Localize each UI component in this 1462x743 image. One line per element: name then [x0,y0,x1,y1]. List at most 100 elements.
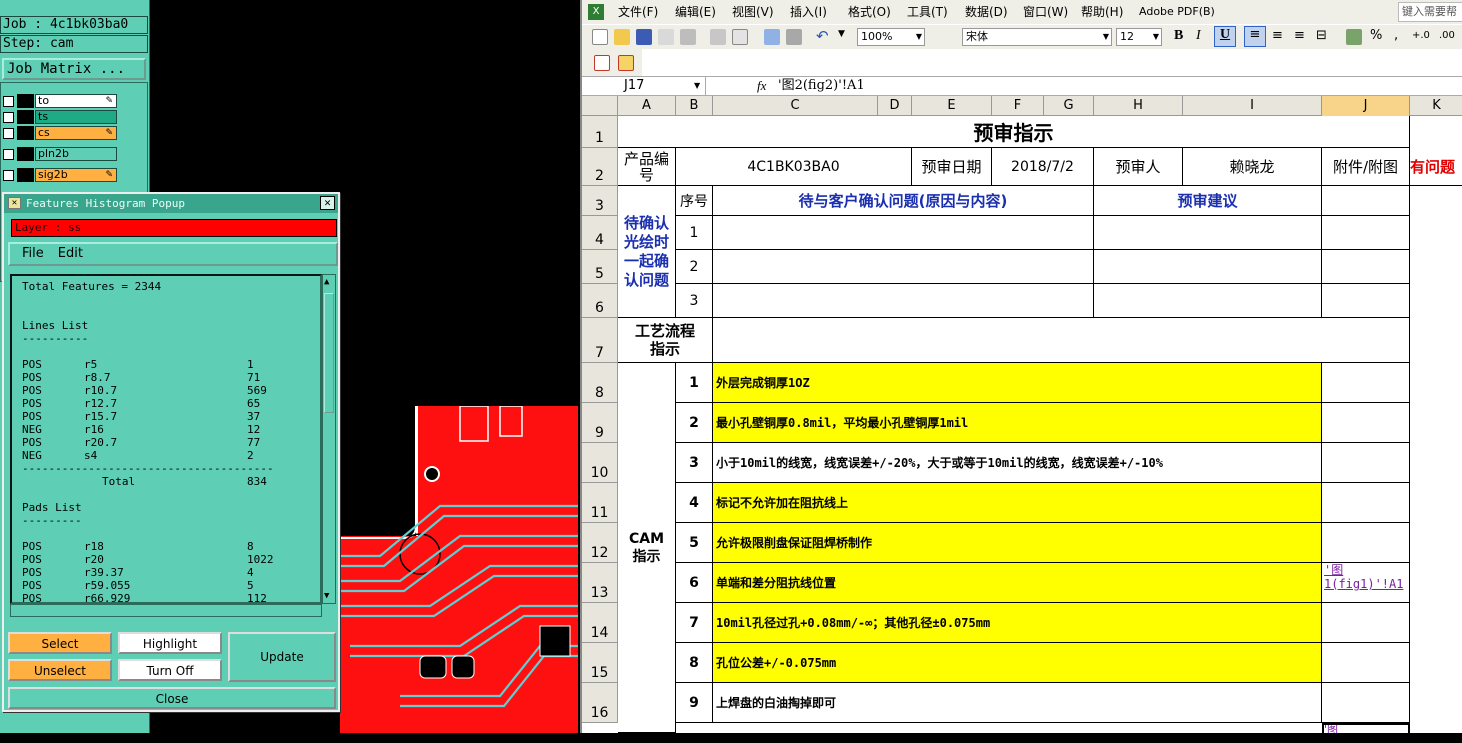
menu-edit[interactable]: Edit [58,246,83,261]
line-symbol-row[interactable]: NEG r16 12 [22,423,320,436]
confirm-seq-cell[interactable]: 1 [676,216,713,250]
confirm-issue-cell[interactable] [713,216,1094,250]
row-header[interactable]: 2 [582,148,618,186]
process-label[interactable]: 工艺流程指示 [618,318,713,363]
select-button[interactable]: Select [8,632,112,654]
row-header[interactable]: 5 [582,250,618,284]
currency-icon[interactable] [1344,29,1364,45]
line-symbol-row[interactable]: POS r10.7 569 [22,384,320,397]
close-icon[interactable]: ✕ [320,196,335,210]
confirm-seq-cell[interactable]: 3 [676,284,713,318]
column-header[interactable]: K [1410,96,1462,116]
layer-name[interactable]: to ✎ [35,94,117,108]
seq-header[interactable]: 序号 [676,186,713,216]
menu-edit[interactable]: 编辑(E) [675,0,716,24]
line-symbol-row[interactable]: POS r8.7 71 [22,371,320,384]
menu-data[interactable]: 数据(D) [965,0,1008,24]
cam-item-text[interactable]: 上焊盘的白油掏掉即可 [713,683,1322,723]
confirm-attach-cell[interactable] [1322,216,1410,250]
excel-app-icon[interactable]: X [588,4,604,20]
confirm-seq-cell[interactable]: 2 [676,250,713,284]
column-header[interactable]: E [912,96,992,116]
reviewer-value[interactable]: 赖晓龙 [1183,148,1322,186]
row-header[interactable]: 12 [582,523,618,563]
attach-label[interactable]: 附件/附图 [1322,148,1410,186]
column-header[interactable]: B [676,96,713,116]
sheet-grid[interactable]: 预审指示 产品编号 4C1BK03BA0 预审日期 2018/7/2 预审人 赖… [618,116,1462,735]
formula-input[interactable]: '图2(fig2)'!A1 [778,77,865,95]
font-name-select[interactable]: 宋体 ▼ [962,28,1112,46]
cam-item-attach[interactable] [1322,483,1410,523]
row-header[interactable]: 3 [582,186,618,216]
scroll-thumb[interactable] [324,293,334,413]
issue-label[interactable]: 有问题 [1410,148,1462,186]
cam-item-number[interactable]: 9 [676,683,713,723]
cam-item-number[interactable]: 8 [676,643,713,683]
cam-item-attach[interactable] [1322,683,1410,723]
turn-off-button[interactable]: Turn Off [118,659,222,681]
pdf-convert-icon[interactable] [592,55,612,71]
cell[interactable] [1322,186,1410,216]
vertical-scrollbar[interactable]: ▲ ▼ [322,274,336,604]
cam-label[interactable]: CAM指示 [618,363,676,733]
function-icon[interactable]: fx [757,77,766,95]
line-symbol-row[interactable]: POS r15.7 37 [22,410,320,423]
open-icon[interactable] [612,29,632,45]
process-value[interactable] [713,318,1410,363]
undo-icon[interactable]: ↶ [816,27,829,45]
font-size-select[interactable]: 12 ▼ [1116,28,1162,46]
layer-checkbox[interactable] [3,169,14,181]
window-menu-icon[interactable]: ✕ [8,197,21,209]
layer-name[interactable]: sig2b ✎ [35,168,117,182]
spelling-icon[interactable] [762,29,782,45]
row-header[interactable]: 15 [582,643,618,683]
row-header[interactable]: 7 [582,318,618,363]
cam-item-number[interactable]: 4 [676,483,713,523]
preview-icon[interactable] [730,29,750,45]
cam-item-number[interactable]: 1 [676,363,713,403]
pcb-artwork[interactable] [340,406,578,733]
cam-item-attach[interactable] [1322,523,1410,563]
row-header[interactable]: 14 [582,603,618,643]
cam-item-text[interactable]: 单端和差分阻抗线位置 [713,563,1322,603]
row-header[interactable]: 6 [582,284,618,318]
cam-item-number[interactable]: 3 [676,443,713,483]
row-header[interactable]: 13 [582,563,618,603]
menu-window[interactable]: 窗口(W) [1023,0,1068,24]
new-icon[interactable] [590,29,610,45]
line-symbol-row[interactable]: POS r5 1 [22,358,320,371]
cam-item-text[interactable]: 允许极限削盘保证阻焊桥制作 [713,523,1322,563]
product-label[interactable]: 产品编号 [618,148,676,186]
layer-checkbox[interactable] [3,127,14,139]
undo-dropdown-icon[interactable]: ▼ [838,29,845,39]
layer-name[interactable]: cs ✎ [35,126,117,140]
zoom-select[interactable]: 100% ▼ [857,28,925,46]
cam-item-attach[interactable] [1322,603,1410,643]
job-matrix-button[interactable]: Job Matrix ... [2,58,146,80]
menu-adobe-pdf[interactable]: Adobe PDF(B) [1139,0,1215,24]
menu-file[interactable]: File [22,246,44,261]
histogram-list[interactable]: Total Features = 2344 Lines List ---------… [10,274,322,604]
print-icon[interactable] [678,29,698,45]
comma-icon[interactable]: , [1394,28,1398,43]
column-header-active[interactable]: J [1322,96,1410,116]
fig2-hyperlink-active-cell[interactable]: '图 [1322,723,1410,735]
bold-icon[interactable]: B [1174,28,1183,44]
pad-symbol-row[interactable]: POS r18 8 [22,540,320,553]
cam-item-attach[interactable] [1322,363,1410,403]
cam-item-text[interactable]: 最小孔壁铜厚0.8mil，平均最小孔壁铜厚1mil [713,403,1322,443]
cam-item-number[interactable]: 6 [676,563,713,603]
menu-format[interactable]: 格式(O) [848,0,891,24]
pad-symbol-row[interactable]: POS r20 1022 [22,553,320,566]
row-header[interactable]: 10 [582,443,618,483]
line-symbol-row[interactable]: NEG s4 2 [22,449,320,462]
row-header[interactable]: 4 [582,216,618,250]
menu-help[interactable]: 帮助(H) [1081,0,1123,24]
merge-center-icon[interactable]: ⊟ [1316,28,1327,43]
increase-decimal-icon[interactable]: +.0 [1412,30,1430,41]
layer-row[interactable]: to ✎ [3,93,117,109]
pad-symbol-row[interactable]: POS r59.055 5 [22,579,320,592]
cam-item-text[interactable]: 外层完成铜厚1OZ [713,363,1322,403]
scroll-down-icon[interactable]: ▼ [324,591,329,601]
date-label[interactable]: 预审日期 [912,148,992,186]
